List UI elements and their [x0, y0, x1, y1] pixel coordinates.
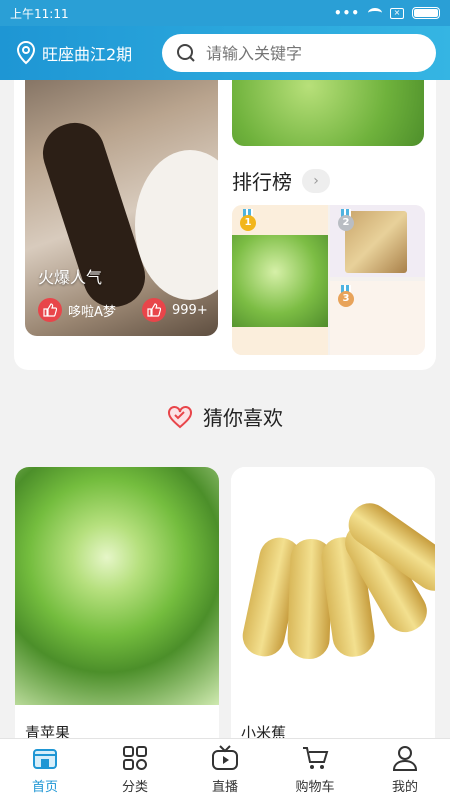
like-icon [142, 298, 166, 322]
likes-count: 999+ [172, 302, 208, 318]
search-input[interactable] [206, 43, 406, 63]
product-name: 青苹果 [25, 724, 71, 738]
product-card[interactable]: 青苹果 [15, 467, 219, 738]
battery-icon [412, 7, 440, 19]
ranking-header[interactable]: 排行榜 › [232, 166, 330, 195]
guess-title: 猜你喜欢 [203, 406, 283, 430]
rank-item-1[interactable]: 1 [232, 205, 328, 355]
bronze-medal-icon: 3 [336, 285, 356, 309]
guess-you-like-header: 猜你喜欢 [0, 402, 450, 431]
tab-label: 分类 [121, 780, 148, 795]
tab-live[interactable]: 直播 [180, 739, 270, 800]
grid-icon [123, 746, 147, 770]
tab-home[interactable]: 首页 [0, 739, 90, 800]
status-time: 上午11:11 [10, 6, 69, 21]
green-apple-banner-image[interactable] [232, 80, 424, 146]
ranking-panel: 1 2 3 [232, 205, 425, 355]
location-label: 旺座曲江2期 [42, 45, 133, 64]
tab-category[interactable]: 分类 [90, 739, 180, 800]
bottom-tab-bar: 首页 分类 直播 购物车 我的 [0, 738, 450, 800]
ranking-title: 排行榜 [232, 170, 292, 194]
tab-label: 我的 [391, 780, 418, 795]
product-card[interactable]: 小米蕉 [231, 467, 435, 738]
hot-user-name: 哆啦A梦 [68, 304, 116, 320]
location-pin-icon [16, 41, 36, 65]
home-store-icon [33, 749, 57, 769]
bowl-image [135, 150, 218, 300]
gold-medal-icon: 1 [238, 209, 258, 233]
main-content[interactable]: 火爆人气 哆啦A梦 999+ 排行榜 › 1 2 3 猜你喜欢 青苹果 小米蕉 [0, 80, 450, 738]
thumbs-up-icon [38, 298, 62, 322]
hot-item-tile[interactable]: 火爆人气 哆啦A梦 999+ [25, 80, 218, 336]
hot-title: 火爆人气 [38, 268, 103, 287]
silver-medal-icon: 2 [336, 209, 356, 233]
rank-item-3[interactable]: 3 [330, 281, 425, 355]
tab-label: 购物车 [295, 780, 335, 795]
featured-card: 火爆人气 哆啦A梦 999+ 排行榜 › 1 2 3 [14, 80, 436, 370]
status-icons: ••• × [334, 6, 440, 20]
wifi-icon [368, 8, 382, 18]
tab-label: 直播 [211, 780, 238, 795]
product-image [231, 467, 435, 705]
search-bar[interactable] [162, 34, 436, 72]
hot-user: 哆啦A梦 [38, 298, 116, 322]
cart-icon [303, 747, 329, 769]
rank-item-2[interactable]: 2 [330, 205, 425, 277]
rank-1-image [232, 235, 328, 327]
tab-label: 首页 [31, 780, 58, 795]
tv-play-icon [212, 745, 238, 770]
hot-likes[interactable]: 999+ [142, 298, 208, 322]
no-sim-icon: × [390, 7, 404, 19]
product-name: 小米蕉 [241, 724, 287, 738]
product-image [15, 467, 219, 705]
header: 旺座曲江2期 [0, 26, 450, 80]
tab-profile[interactable]: 我的 [360, 739, 450, 800]
chevron-right-icon[interactable]: › [302, 168, 330, 193]
search-icon [177, 44, 195, 62]
heart-icon [168, 405, 192, 428]
status-bar: 上午11:11 ••• × [0, 0, 450, 26]
location-selector[interactable]: 旺座曲江2期 [16, 41, 132, 65]
more-dots-icon: ••• [333, 6, 360, 20]
tab-cart[interactable]: 购物车 [270, 739, 360, 800]
user-icon [392, 746, 418, 771]
